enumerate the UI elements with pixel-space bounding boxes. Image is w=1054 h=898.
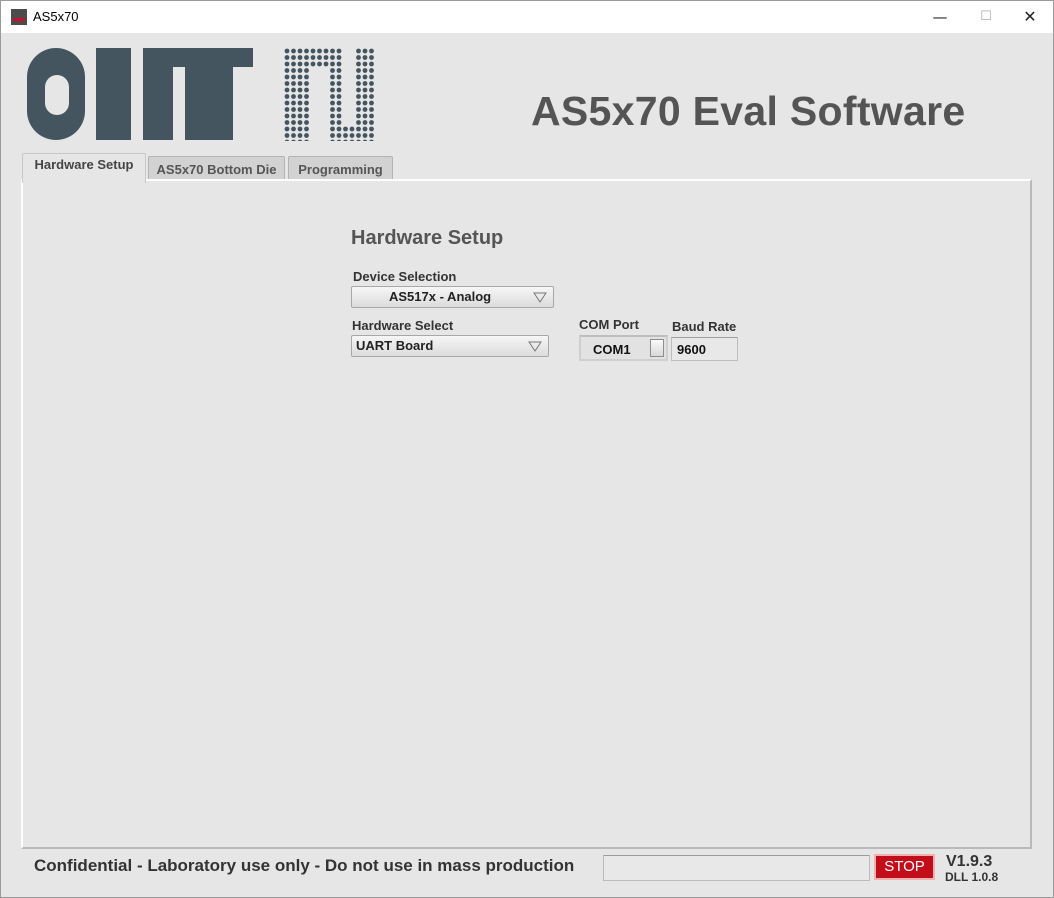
baud-rate-label: Baud Rate — [672, 319, 737, 334]
app-icon — [11, 9, 27, 25]
close-button[interactable]: ✕ — [1007, 1, 1053, 33]
title-bar[interactable]: AS5x70 — ☐ ✕ — [1, 1, 1053, 33]
baud-rate-field[interactable]: 9600 — [671, 337, 738, 361]
version-label: V1.9.3 — [946, 853, 993, 870]
stop-button[interactable]: STOP — [874, 854, 935, 880]
com-port-browse-button[interactable] — [650, 339, 664, 357]
dll-version-label: DLL 1.0.8 — [945, 870, 999, 884]
tab-hardware-setup[interactable]: Hardware Setup — [22, 153, 146, 183]
hardware-setup-panel — [21, 179, 1032, 849]
window-title: AS5x70 — [33, 9, 79, 24]
hardware-select-dropdown[interactable]: UART Board — [351, 335, 549, 357]
application-window: AS5x70 — ☐ ✕ AS5x70 Eval Software Hardwa… — [0, 0, 1054, 898]
section-heading: Hardware Setup — [351, 227, 504, 249]
device-selection-dropdown[interactable]: AS517x - Analog — [351, 286, 554, 308]
device-selection-label: Device Selection — [353, 269, 457, 284]
minimize-button[interactable]: — — [917, 1, 963, 33]
chevron-down-icon — [528, 341, 542, 352]
progress-bar — [603, 855, 870, 881]
ams-logo — [27, 48, 374, 141]
com-port-label: COM Port — [579, 317, 639, 332]
device-selection-value: AS517x - Analog — [389, 289, 492, 304]
maximize-button[interactable]: ☐ — [963, 1, 1009, 33]
hardware-select-label: Hardware Select — [352, 318, 454, 333]
baud-rate-value: 9600 — [677, 342, 706, 357]
com-port-value: COM1 — [593, 342, 631, 357]
confidential-notice: Confidential - Laboratory use only - Do … — [34, 856, 575, 875]
hardware-select-value: UART Board — [356, 338, 434, 353]
com-port-selector[interactable]: COM1 — [579, 335, 668, 361]
logo-dot-grid — [284, 48, 374, 141]
app-title: AS5x70 Eval Software — [531, 88, 966, 134]
chevron-down-icon — [533, 292, 547, 303]
